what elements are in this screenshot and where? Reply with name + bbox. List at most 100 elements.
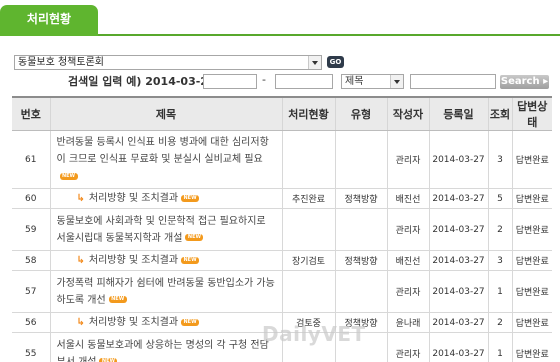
row-status: 장기검토	[281, 250, 335, 271]
header-views: 조회	[487, 96, 512, 131]
header-no: 번호	[12, 96, 50, 131]
row-date: 2014-03-27	[428, 250, 488, 271]
table-row[interactable]: 59 동물보호에 사회과학 및 인문학적 접근 필요하지로 서울시립대 동물복지…	[12, 208, 552, 251]
row-title-text[interactable]: 처리방향 및 조치결과	[89, 193, 178, 204]
search-button[interactable]: Search ▸	[500, 75, 549, 89]
row-date: 2014-03-27	[428, 332, 488, 362]
arrow-right-icon: ▸	[543, 76, 549, 87]
table-row[interactable]: 57 가정폭력 피해자가 쉼터에 반려동물 동반입소가 가능하도록 개선 NEW …	[12, 270, 552, 313]
tab-processing-status[interactable]: 처리현황	[0, 5, 98, 36]
row-date: 2014-03-27	[428, 270, 488, 313]
row-title[interactable]: ↳ 처리방향 및 조치결과 NEW	[49, 312, 282, 333]
row-title[interactable]: ↳ 처리방향 및 조치결과 NEW	[49, 188, 282, 209]
row-author: 윤나래	[386, 312, 429, 333]
reply-arrow-icon: ↳	[76, 193, 85, 204]
row-views: 1	[487, 332, 512, 362]
board-select[interactable]: 동물보호 청책토론회	[14, 55, 322, 70]
row-title[interactable]: 가정폭력 피해자가 쉼터에 반려동물 동반입소가 가능하도록 개선 NEW	[49, 270, 282, 313]
chevron-down-icon	[390, 75, 403, 88]
reply-arrow-icon: ↳	[76, 255, 85, 266]
new-badge: NEW	[181, 318, 200, 326]
row-author: 관리자	[386, 130, 429, 189]
chevron-down-icon	[308, 56, 321, 69]
row-type: 정책방향	[334, 188, 387, 209]
date-to-input[interactable]	[275, 74, 333, 89]
date-search-label: 검색일 입력 예) 2014-03-28	[68, 75, 216, 88]
date-range-separator: -	[262, 73, 266, 86]
row-answer: 답변완료	[511, 130, 552, 189]
new-badge: NEW	[99, 358, 118, 362]
row-status	[281, 130, 335, 189]
row-title-text[interactable]: 처리방향 및 조치결과	[89, 317, 178, 328]
row-title[interactable]: 반려동물 등록시 인식표 비용 병과에 대한 심리저항이 크므로 인식표 무료화…	[49, 130, 282, 189]
row-answer: 답변완료	[511, 208, 552, 251]
row-answer: 답변완료	[511, 270, 552, 313]
row-author: 관리자	[386, 332, 429, 362]
row-title-text[interactable]: 서울시 동물보호과에 상응하는 명성의 각 구청 전담부서 개설	[57, 340, 269, 362]
header-status: 처리현황	[281, 96, 335, 131]
row-no: 57	[12, 270, 50, 313]
tab-bar: 처리현황	[0, 0, 560, 36]
search-field-value: 제목	[345, 76, 364, 87]
new-badge: NEW	[181, 194, 200, 202]
row-title-text[interactable]: 처리방향 및 조치결과	[89, 255, 178, 266]
row-no: 58	[12, 250, 50, 271]
header-title: 제목	[49, 96, 282, 131]
row-answer: 답변완료	[511, 250, 552, 271]
row-title-text[interactable]: 가정폭력 피해자가 쉼터에 반려동물 동반입소가 가능하도록 개선	[57, 278, 275, 306]
row-date: 2014-03-27	[428, 188, 488, 209]
row-answer: 답변완료	[511, 332, 552, 362]
table-row[interactable]: 58 ↳ 처리방향 및 조치결과 NEW 장기검토 정책방향 배진선 2014-03…	[12, 250, 552, 271]
header-date: 등록일	[428, 96, 488, 131]
table-header-row: 번호 제목 처리현황 유형 작성자 등록일 조회 답변상태	[12, 96, 552, 131]
row-type	[334, 130, 387, 189]
table-row[interactable]: 61 반려동물 등록시 인식표 비용 병과에 대한 심리저항이 크므로 인식표 …	[12, 130, 552, 189]
watermark-logo: DailyVET	[262, 322, 366, 346]
row-no: 55	[12, 332, 50, 362]
row-views: 1	[487, 270, 512, 313]
row-author: 배진선	[386, 250, 429, 271]
table-row[interactable]: 60 ↳ 처리방향 및 조치결과 NEW 추진완료 정책방향 배진선 2014-03…	[12, 188, 552, 209]
search-field-select[interactable]: 제목	[341, 74, 404, 89]
row-author: 관리자	[386, 208, 429, 251]
row-status	[281, 270, 335, 313]
row-no: 61	[12, 130, 50, 189]
reply-arrow-icon: ↳	[76, 317, 85, 328]
row-title-text[interactable]: 반려동물 등록시 인식표 비용 병과에 대한 심리저항이 크므로 인식표 무료화…	[57, 137, 269, 165]
row-date: 2014-03-27	[428, 208, 488, 251]
new-badge: NEW	[59, 172, 78, 180]
row-answer: 답변완료	[511, 312, 552, 333]
row-status	[281, 208, 335, 251]
go-button[interactable]: GO	[327, 56, 344, 68]
row-title[interactable]: 동물보호에 사회과학 및 인문학적 접근 필요하지로 서울시립대 동물복지학과 …	[49, 208, 282, 251]
row-views: 3	[487, 130, 512, 189]
row-title-text[interactable]: 동물보호에 사회과학 및 인문학적 접근 필요하지로 서울시립대 동물복지학과 …	[57, 216, 266, 244]
board-select-value: 동물보호 청책토론회	[18, 57, 104, 68]
date-from-input[interactable]	[203, 74, 257, 89]
row-views: 5	[487, 188, 512, 209]
row-title[interactable]: 서울시 동물보호과에 상응하는 명성의 각 구청 전담부서 개설 NEW	[49, 332, 282, 362]
row-author: 관리자	[386, 270, 429, 313]
row-title[interactable]: ↳ 처리방향 및 조치결과 NEW	[49, 250, 282, 271]
row-status: 추진완료	[281, 188, 335, 209]
row-no: 56	[12, 312, 50, 333]
row-views: 2	[487, 312, 512, 333]
row-date: 2014-03-27	[428, 130, 488, 189]
row-no: 60	[12, 188, 50, 209]
row-type	[334, 208, 387, 251]
new-badge: NEW	[185, 234, 204, 241]
row-author: 배진선	[386, 188, 429, 209]
new-badge: NEW	[181, 256, 200, 264]
row-type	[334, 270, 387, 313]
search-button-label: Search	[500, 76, 540, 87]
row-answer: 답변완료	[511, 188, 552, 209]
row-views: 3	[487, 250, 512, 271]
row-type: 정책방향	[334, 250, 387, 271]
row-date: 2014-03-27	[428, 312, 488, 333]
row-no: 59	[12, 208, 50, 251]
new-badge: NEW	[108, 296, 127, 303]
header-type: 유형	[334, 96, 387, 131]
header-answer: 답변상태	[511, 96, 552, 131]
header-author: 작성자	[386, 96, 429, 131]
search-input[interactable]	[410, 74, 496, 89]
